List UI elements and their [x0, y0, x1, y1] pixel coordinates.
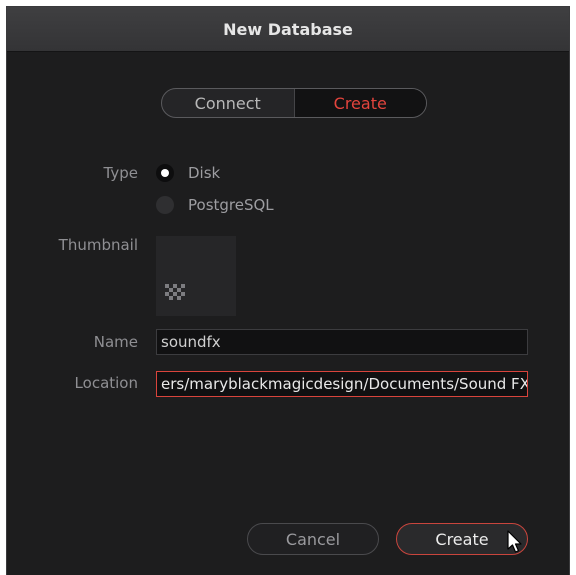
- location-field[interactable]: ers/maryblackmagicdesign/Documents/Sound…: [156, 371, 528, 397]
- tab-create[interactable]: Create: [293, 89, 426, 117]
- radio-postgresql[interactable]: PostgreSQL: [156, 196, 274, 214]
- tab-connect[interactable]: Connect: [162, 89, 294, 117]
- new-database-dialog: New Database Connect Create Type Disk Po…: [6, 6, 570, 575]
- thumbnail-label: Thumbnail: [58, 236, 138, 254]
- radio-postgresql-label: PostgreSQL: [188, 196, 274, 214]
- name-field-value: soundfx: [161, 333, 221, 351]
- cancel-button[interactable]: Cancel: [247, 523, 379, 555]
- database-grid-icon: [165, 284, 185, 300]
- mode-segmented-control: Connect Create: [161, 88, 427, 118]
- mouse-pointer-icon: [507, 530, 522, 553]
- location-field-value: ers/maryblackmagicdesign/Documents/Sound…: [161, 375, 528, 393]
- name-field[interactable]: soundfx: [156, 329, 528, 355]
- type-label: Type: [103, 164, 138, 182]
- dialog-titlebar: New Database: [7, 7, 569, 52]
- radio-disk[interactable]: Disk: [156, 164, 220, 182]
- radio-disk-label: Disk: [188, 164, 221, 182]
- radio-unselected-icon[interactable]: [156, 196, 174, 214]
- thumbnail-well[interactable]: [156, 236, 236, 316]
- dialog-title: New Database: [223, 19, 353, 39]
- radio-selected-icon[interactable]: [156, 164, 174, 182]
- name-label: Name: [93, 333, 138, 351]
- location-label: Location: [74, 374, 138, 392]
